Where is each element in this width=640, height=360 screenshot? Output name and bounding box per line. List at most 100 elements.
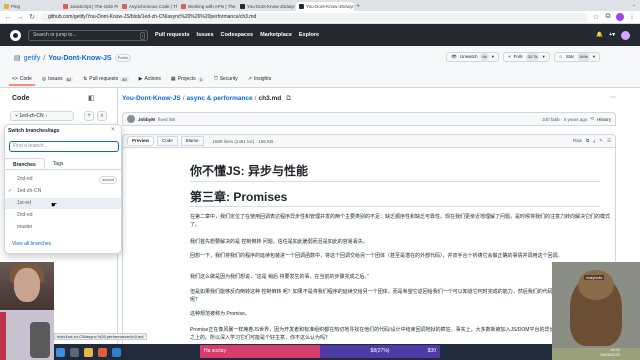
search-input[interactable]: Search or jump to... / bbox=[28, 29, 148, 41]
tab-count: 1 bbox=[197, 76, 204, 82]
watch-button[interactable]: 👁 Unwatch 6k ▾ bbox=[446, 52, 499, 62]
plus-icon[interactable]: +▾ bbox=[609, 32, 615, 38]
tab-label: You-Dont-Know-JS/async & perf bbox=[247, 4, 295, 9]
vscode-icon[interactable] bbox=[112, 347, 121, 357]
watch-count: 6k bbox=[480, 53, 489, 61]
tab-insights[interactable]: ↗ Insights bbox=[248, 72, 271, 86]
profile-avatar[interactable] bbox=[616, 13, 624, 21]
tab-favicon bbox=[63, 4, 68, 9]
search-icon[interactable] bbox=[70, 347, 79, 357]
search-placeholder: Search or jump to... bbox=[33, 31, 77, 38]
repo-owner-link[interactable]: getify bbox=[24, 55, 41, 62]
copy-path-icon[interactable]: ⧉ bbox=[286, 95, 291, 102]
copy-icon[interactable]: ⧉ bbox=[586, 138, 589, 144]
eye-icon: 👁 bbox=[451, 54, 457, 59]
status-bar-url: blob/1ed-zh-CN/async %26 performance/ch3… bbox=[54, 333, 147, 340]
close-icon[interactable]: × bbox=[111, 127, 115, 133]
commit-author[interactable]: JobbyM bbox=[138, 117, 155, 122]
code-tab[interactable]: Code bbox=[157, 136, 178, 146]
browser-menu-icon[interactable]: ⋮ bbox=[628, 13, 636, 21]
paragraph: 我们首先想要解决的是 控制倒转 问题，信任是如此脆弱而且是如此的容易丢失。 bbox=[190, 239, 368, 245]
play-icon: ▶ bbox=[138, 76, 143, 82]
tab-favicon bbox=[240, 4, 245, 9]
branch-item[interactable]: 2nd-ed default bbox=[5, 174, 121, 185]
nav-codespaces[interactable]: Codespaces bbox=[221, 32, 253, 38]
branch-filter-input[interactable]: Find a branch... bbox=[9, 141, 119, 152]
paragraph: Promise正在像风暴一样席卷JS世界，因为开发者和标准组织都在热切地寻找在他… bbox=[190, 327, 606, 341]
extensions-icon[interactable]: ⧉ bbox=[604, 13, 612, 21]
edit-pencil-icon[interactable]: ✎ bbox=[599, 138, 603, 144]
tab-code[interactable]: <> Code bbox=[9, 72, 35, 86]
back-icon[interactable]: ← bbox=[4, 14, 12, 21]
download-icon[interactable]: ⤓ bbox=[593, 138, 595, 144]
fork-label: Fork bbox=[513, 54, 523, 59]
tab-menu-icon[interactable]: ⌄ bbox=[632, 2, 636, 8]
reload-icon[interactable]: ↻ bbox=[28, 13, 36, 21]
history-icon[interactable]: ⟲ bbox=[590, 116, 594, 122]
branch-item[interactable]: 1st-ed ☛ bbox=[5, 198, 121, 209]
browser-tab[interactable]: Asynchronous Code | The Odin Pr× bbox=[119, 2, 177, 11]
outline-list-icon[interactable]: ☰ bbox=[607, 138, 611, 144]
tab-branches[interactable]: Branches bbox=[4, 158, 45, 169]
collapse-sidebar-icon[interactable]: ◧ bbox=[88, 94, 95, 102]
chapter-title: 第三章: Promises bbox=[190, 190, 288, 204]
breadcrumb-folder[interactable]: async & performance bbox=[187, 95, 253, 102]
paragraph: 回想一下，我们将我们的程序的延续包装进一个回调函数中，将这个回调交给另一个团体（… bbox=[190, 253, 563, 259]
add-file-button[interactable]: + bbox=[84, 111, 94, 121]
tab-projects[interactable]: ▦ Projects 1 bbox=[171, 72, 204, 86]
branch-item[interactable]: master bbox=[5, 222, 121, 233]
chrome-icon[interactable] bbox=[98, 347, 107, 357]
nav-explore[interactable]: Explore bbox=[299, 32, 319, 38]
tab-issues[interactable]: ◎ Issues 82 bbox=[42, 72, 74, 86]
nav-issues[interactable]: Issues bbox=[197, 32, 214, 38]
user-avatar[interactable] bbox=[621, 30, 630, 40]
preview-tab[interactable]: Preview bbox=[127, 136, 155, 146]
nav-pull-requests[interactable]: Pull requests bbox=[155, 32, 190, 38]
commit-message[interactable]: fixed link bbox=[158, 117, 176, 122]
raw-button[interactable]: Raw bbox=[573, 138, 582, 144]
commit-hash-time[interactable]: 340 fa5b · 5 years ago bbox=[542, 117, 587, 122]
beaver-cam-label: malybobr bbox=[584, 275, 605, 280]
browser-tab[interactable]: Working with APIs | The Odin Pro× bbox=[178, 2, 236, 11]
sidebar-buttons: + ⌕ bbox=[84, 111, 107, 121]
branch-item[interactable]: 2nd-ed bbox=[5, 210, 121, 221]
branch-name: 1ed-zh-CN bbox=[19, 113, 44, 119]
windows-start-icon[interactable] bbox=[56, 347, 65, 357]
tab-actions[interactable]: ▶ Actions bbox=[139, 72, 161, 86]
bookmark-star-icon[interactable]: ☆ bbox=[592, 13, 600, 21]
pull-request-icon: ⇅ bbox=[83, 76, 88, 82]
tab-pull-requests[interactable]: ⇅ Pull requests 49 bbox=[83, 72, 129, 86]
view-all-branches-link[interactable]: View all branches bbox=[12, 241, 51, 247]
star-button[interactable]: ☆ Star 169k ▾ bbox=[553, 52, 600, 62]
breadcrumb-repo[interactable]: You-Dont-Know-JS bbox=[122, 95, 181, 102]
bell-icon[interactable]: 🔔 bbox=[596, 32, 603, 38]
more-options-icon[interactable]: ⋯ bbox=[610, 94, 616, 101]
document-title: 你不懂JS: 异步与性能 bbox=[190, 164, 309, 178]
tab-label: Pull requests bbox=[89, 76, 119, 82]
nav-marketplace[interactable]: Marketplace bbox=[260, 32, 292, 38]
latest-commit-bar: JobbyM fixed link 340 fa5b · 5 years ago… bbox=[122, 112, 616, 126]
browser-tab[interactable]: JavaScript | The Odin Project× bbox=[60, 2, 118, 11]
tab-security[interactable]: ⛉ Security bbox=[214, 72, 238, 86]
chevron-down-icon: ▾ bbox=[592, 54, 595, 59]
search-icon[interactable]: ⌕ bbox=[97, 111, 107, 121]
browser-tab[interactable]: Ping bbox=[1, 2, 59, 11]
file-explorer-icon[interactable] bbox=[84, 347, 93, 357]
branch-item-selected[interactable]: ✓ 1ed-zh-CN bbox=[5, 186, 121, 197]
tab-tags[interactable]: Tags bbox=[45, 158, 72, 169]
browser-tab[interactable]: You-Dont-Know-JS/async & perf× bbox=[237, 2, 295, 11]
tab-label: Insights bbox=[253, 76, 272, 82]
github-logo-icon[interactable] bbox=[10, 29, 21, 41]
browser-tab-active[interactable]: You-Dont-Know-JS/async & perf× bbox=[296, 2, 354, 11]
blame-tab[interactable]: Blame bbox=[180, 136, 204, 146]
repo-name-link[interactable]: You-Dont-Know-JS bbox=[48, 55, 111, 62]
new-tab-button[interactable]: + bbox=[354, 2, 362, 11]
fork-button[interactable]: ⑂ Fork 32.7k ▾ bbox=[502, 52, 550, 62]
tab-label: Working with APIs | The Odin Pro bbox=[188, 4, 236, 9]
url-input[interactable]: github.com/getify/You-Dont-Know-JS/blob/… bbox=[40, 12, 588, 22]
repo-tabs: <> Code ◎ Issues 82 ⇅ Pull requests 49 ▶ Actio… bbox=[9, 72, 271, 86]
forward-icon[interactable]: → bbox=[16, 14, 24, 21]
file-tools: Raw ⧉ ⤓ ✎ ☰ bbox=[573, 138, 611, 144]
history-link[interactable]: History bbox=[597, 117, 611, 122]
branch-selector-button[interactable]: ⑂ 1ed-zh-CN ▾ bbox=[10, 111, 74, 121]
